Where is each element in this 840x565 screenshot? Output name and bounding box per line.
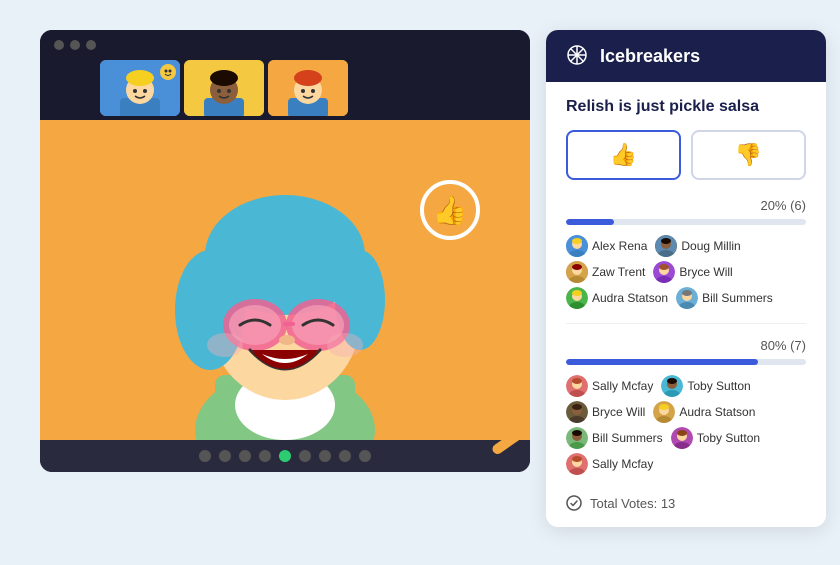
voter-name: Alex Rena: [592, 239, 647, 253]
avatar-doug-millin: [655, 235, 677, 257]
video-panel: 👍: [40, 30, 530, 472]
result-label-1: 20% (6): [566, 198, 806, 213]
video-top-bar: [40, 30, 530, 60]
total-votes-label: Total Votes: 13: [590, 496, 675, 511]
main-video: 👍: [40, 120, 530, 440]
control-5: [279, 450, 291, 462]
result-section-1: 20% (6): [566, 198, 806, 309]
result-section-2: 80% (7) Sally M: [566, 338, 806, 475]
progress-bar-bg-1: [566, 219, 806, 225]
thumbnail-1: [100, 60, 180, 116]
voter-name: Toby Sutton: [687, 379, 750, 393]
avatar-zaw-trent: [566, 261, 588, 283]
voter-name: Bill Summers: [592, 431, 663, 445]
voter-bill-summers: Bill Summers: [676, 287, 773, 309]
voter-toby-sutton-1: Toby Sutton: [661, 375, 750, 397]
divider: [566, 323, 806, 324]
panel-title: Icebreakers: [600, 46, 700, 67]
thumbnail-2: [184, 60, 264, 116]
voter-name: Doug Millin: [681, 239, 740, 253]
control-4: [259, 450, 271, 462]
voter-name: Bill Summers: [702, 291, 773, 305]
voter-name: Sally Mcfay: [592, 379, 653, 393]
voter-bryce-will-2: Bryce Will: [566, 401, 645, 423]
avatar-bryce-will: [653, 261, 675, 283]
control-8: [339, 450, 351, 462]
window-dot-1: [54, 40, 64, 50]
window-dot-2: [70, 40, 80, 50]
panel-body: Relish is just pickle salsa 👍 👎 20% (6): [546, 82, 826, 527]
avatar-sally-mcfay: [566, 375, 588, 397]
panel-header: Icebreakers: [546, 30, 826, 82]
avatar-bill-summers: [676, 287, 698, 309]
voter-name: Bryce Will: [592, 405, 645, 419]
video-bottom-bar: [40, 440, 530, 472]
voter-doug-millin: Doug Millin: [655, 235, 740, 257]
voters-grid-2: Sally Mcfay Toby Sutton: [566, 375, 806, 475]
avatar-toby-sutton-1: [661, 375, 683, 397]
thumbs-up-button[interactable]: 👍: [566, 130, 681, 180]
control-1: [199, 450, 211, 462]
voter-audra-statson: Audra Statson: [566, 287, 668, 309]
voter-name: Sally Mcfay: [592, 457, 653, 471]
voter-sally-mcfay: Sally Mcfay: [566, 375, 653, 397]
vote-buttons: 👍 👎: [566, 130, 806, 180]
avatar-audra-statson: [566, 287, 588, 309]
control-2: [219, 450, 231, 462]
icebreakers-panel: Icebreakers Relish is just pickle salsa …: [546, 30, 826, 527]
progress-bar-bg-2: [566, 359, 806, 365]
voter-alex-rena: Alex Rena: [566, 235, 647, 257]
voter-name: Toby Sutton: [697, 431, 760, 445]
question-text: Relish is just pickle salsa: [566, 98, 806, 116]
checkmark-icon: [566, 495, 582, 511]
voter-name: Zaw Trent: [592, 265, 645, 279]
control-3: [239, 450, 251, 462]
voter-bill-summers-2: Bill Summers: [566, 427, 663, 449]
window-dot-3: [86, 40, 96, 50]
progress-bar-fill-2: [566, 359, 758, 365]
voter-name: Audra Statson: [592, 291, 668, 305]
thumbnail-3: [268, 60, 348, 116]
control-7: [319, 450, 331, 462]
thumbs-up-badge: 👍: [420, 180, 480, 240]
avatar-sally-mcfay-2: [566, 453, 588, 475]
avatar-audra-statson-2: [653, 401, 675, 423]
decorative-slashes: [470, 400, 530, 452]
voter-name: Audra Statson: [679, 405, 755, 419]
total-votes: Total Votes: 13: [566, 489, 806, 511]
avatar-bill-summers-2: [566, 427, 588, 449]
voter-name: Bryce Will: [679, 265, 732, 279]
voter-audra-statson-2: Audra Statson: [653, 401, 755, 423]
progress-bar-fill-1: [566, 219, 614, 225]
result-label-2: 80% (7): [566, 338, 806, 353]
voter-sally-mcfay-2: Sally Mcfay: [566, 453, 653, 475]
voters-grid-1: Alex Rena Doug Millin: [566, 235, 806, 309]
icebreaker-icon: [566, 44, 590, 68]
avatar-bryce-will-2: [566, 401, 588, 423]
main-container: 👍: [0, 0, 840, 565]
avatar-alex-rena: [566, 235, 588, 257]
video-window: 👍: [40, 30, 530, 472]
avatar-toby-sutton-2: [671, 427, 693, 449]
voter-bryce-will: Bryce Will: [653, 261, 732, 283]
thumbs-down-button[interactable]: 👎: [691, 130, 806, 180]
control-9: [359, 450, 371, 462]
control-6: [299, 450, 311, 462]
voter-toby-sutton-2: Toby Sutton: [671, 427, 760, 449]
voter-zaw-trent: Zaw Trent: [566, 261, 645, 283]
thumbnail-strip: [40, 60, 530, 120]
